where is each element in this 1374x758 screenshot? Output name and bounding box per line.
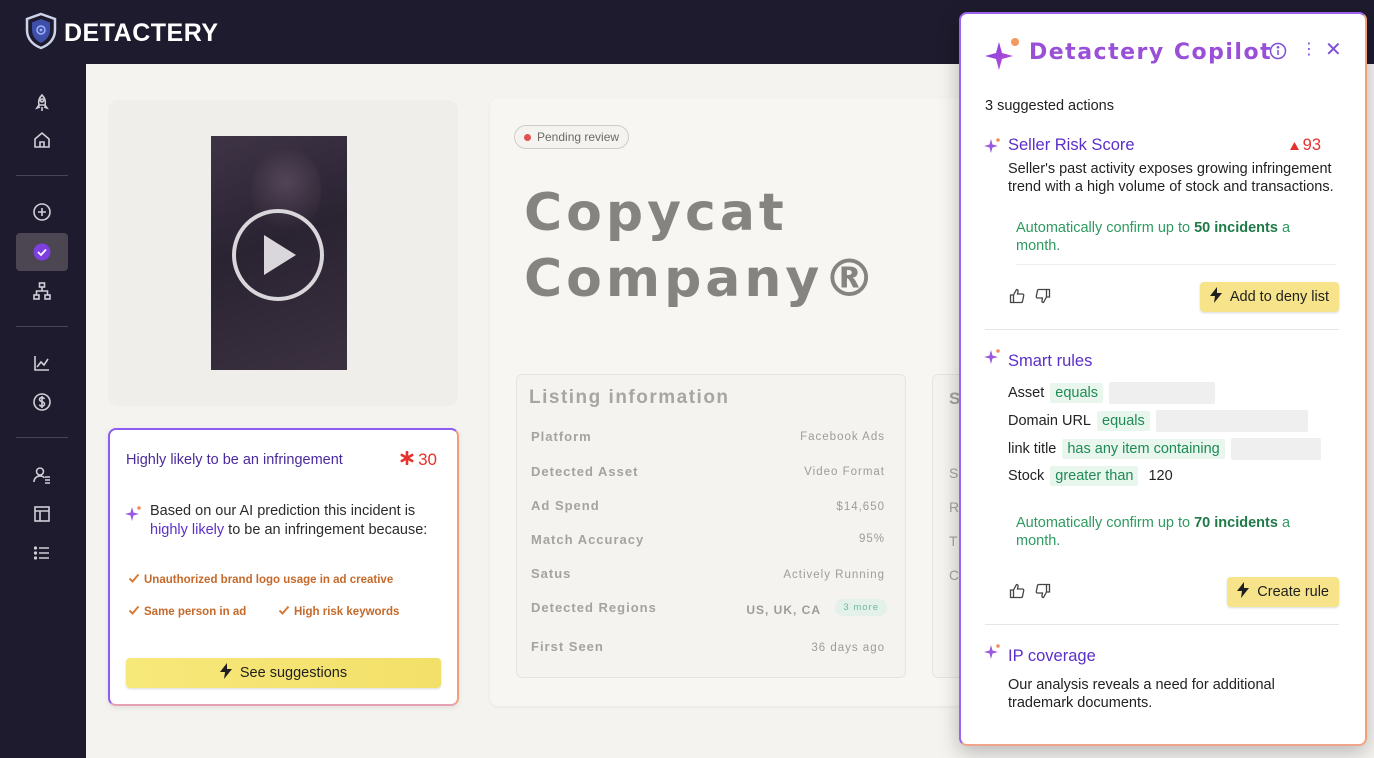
- rule-value-redacted[interactable]: [1109, 382, 1215, 404]
- app-name: DETACTERY: [64, 19, 219, 47]
- check-circle-icon[interactable]: [16, 233, 68, 271]
- copilot-sparkle-icon: [985, 36, 1023, 79]
- home-icon[interactable]: [16, 121, 68, 159]
- more-options-icon[interactable]: ⋮: [1301, 42, 1317, 58]
- create-rule-button[interactable]: Create rule: [1227, 577, 1339, 607]
- check-icon: [278, 604, 290, 619]
- row-value: Facebook Ads: [800, 431, 885, 443]
- check-icon: [128, 604, 140, 619]
- chart-icon[interactable]: [16, 344, 68, 382]
- rule-operator[interactable]: equals: [1050, 383, 1103, 403]
- lightning-icon: [1209, 287, 1222, 307]
- row-label: Match Accuracy: [531, 532, 645, 547]
- listing-information-card: Listing information Platform Facebook Ad…: [516, 374, 906, 678]
- reason-chip: Unauthorized brand logo usage in ad crea…: [128, 572, 394, 587]
- rule-row: Domain URL equals: [1008, 410, 1308, 432]
- suggested-actions-count: 3 suggested actions: [985, 98, 1114, 114]
- sidebar: [0, 64, 86, 758]
- row-label: Detected Regions: [531, 600, 657, 615]
- rule-value[interactable]: 120: [1148, 468, 1172, 484]
- sparkle-icon: [983, 136, 1003, 161]
- divider: [1016, 264, 1336, 265]
- more-regions-chip[interactable]: 3 more: [835, 599, 887, 616]
- video-thumbnail[interactable]: [211, 136, 347, 370]
- listing-title: Listing information: [529, 387, 730, 408]
- copilot-title: Detactery Copilot: [1029, 40, 1273, 65]
- feedback-buttons: [1009, 288, 1051, 309]
- dollar-icon[interactable]: [16, 383, 68, 421]
- seller-risk-title: Seller Risk Score: [1008, 136, 1135, 154]
- row-label: First Seen: [531, 639, 604, 654]
- rule-row: Asset equals: [1008, 382, 1215, 404]
- layout-icon[interactable]: [16, 495, 68, 533]
- row-label: Platform: [531, 429, 592, 444]
- thumbs-down-icon[interactable]: [1035, 583, 1051, 604]
- infringement-card: Highly likely to be an infringement 30 B…: [108, 428, 459, 706]
- copilot-panel: Detactery Copilot ⋮ ✕ 3 suggested action…: [959, 12, 1367, 746]
- ip-coverage-description: Our analysis reveals a need for addition…: [1008, 677, 1275, 711]
- rule-value-redacted[interactable]: [1230, 438, 1321, 460]
- auto-confirm-text: Automatically confirm up to 50 incidents…: [1016, 220, 1291, 254]
- rule-row: link title has any item containing: [1008, 438, 1321, 460]
- sparkle-icon: [124, 504, 144, 529]
- hierarchy-icon[interactable]: [16, 272, 68, 310]
- lightning-icon: [219, 663, 232, 683]
- rule-row: Stock greater than 120: [1008, 466, 1173, 486]
- rocket-icon[interactable]: [16, 84, 68, 122]
- rule-operator[interactable]: greater than: [1050, 466, 1139, 486]
- play-icon[interactable]: [232, 209, 324, 301]
- infringement-title: Highly likely to be an infringement: [126, 452, 343, 468]
- row-value: 95%: [858, 533, 885, 545]
- info-icon[interactable]: [1269, 42, 1287, 65]
- check-icon: [128, 572, 140, 587]
- ip-coverage-title: IP coverage: [1008, 647, 1096, 665]
- row-label: Ad Spend: [531, 498, 600, 513]
- asterisk-icon: [400, 450, 414, 470]
- seller-risk-description: Seller's past activity exposes growing i…: [1008, 161, 1334, 195]
- lightning-icon: [1237, 582, 1250, 602]
- auto-confirm-text: Automatically confirm up to 70 incidents…: [1016, 515, 1291, 549]
- thumbs-up-icon[interactable]: [1009, 288, 1025, 309]
- company-name: Copycat Company®: [524, 183, 880, 309]
- see-suggestions-button[interactable]: See suggestions: [126, 658, 441, 688]
- risk-score: 93: [1289, 136, 1321, 155]
- infringement-score: 30: [400, 450, 437, 470]
- thumbs-down-icon[interactable]: [1035, 288, 1051, 309]
- users-icon[interactable]: [16, 456, 68, 494]
- list-icon[interactable]: [16, 534, 68, 572]
- sidebar-divider: [16, 437, 68, 438]
- reason-chip: Same person in ad: [128, 604, 247, 619]
- smart-rules-title: Smart rules: [1008, 352, 1093, 370]
- rule-value-redacted[interactable]: [1155, 410, 1308, 432]
- shield-logo-icon: [24, 12, 58, 55]
- rule-operator[interactable]: has any item containing: [1062, 439, 1225, 459]
- infringement-explanation: Based on our AI prediction this incident…: [150, 503, 428, 538]
- add-circle-icon[interactable]: [16, 193, 68, 231]
- row-label: Detected Asset: [531, 464, 639, 479]
- row-value: Actively Running: [783, 569, 885, 581]
- sparkle-icon: [983, 347, 1003, 372]
- feedback-buttons: [1009, 583, 1051, 604]
- rule-operator[interactable]: equals: [1097, 411, 1150, 431]
- row-value: Video Format: [804, 466, 885, 478]
- add-to-deny-list-button[interactable]: Add to deny list: [1199, 282, 1339, 312]
- close-icon[interactable]: ✕: [1325, 40, 1342, 60]
- sidebar-divider: [16, 175, 68, 176]
- sparkle-icon: [983, 642, 1003, 667]
- reason-chip: High risk keywords: [278, 604, 400, 619]
- video-card: [108, 100, 458, 406]
- sidebar-divider: [16, 326, 68, 327]
- row-value: 36 days ago: [811, 642, 885, 654]
- row-label: Satus: [531, 566, 572, 581]
- row-value: US, UK, CA: [746, 603, 821, 617]
- incident-details-card: Pending review Copycat Company® Listing …: [490, 98, 1010, 706]
- triangle-up-icon: [1289, 136, 1299, 155]
- thumbs-up-icon[interactable]: [1009, 583, 1025, 604]
- row-value: $14,650: [836, 501, 885, 513]
- status-badge: Pending review: [514, 125, 630, 149]
- app-logo[interactable]: DETACTERY: [24, 12, 219, 55]
- section-divider: [985, 329, 1339, 330]
- section-divider: [985, 624, 1339, 625]
